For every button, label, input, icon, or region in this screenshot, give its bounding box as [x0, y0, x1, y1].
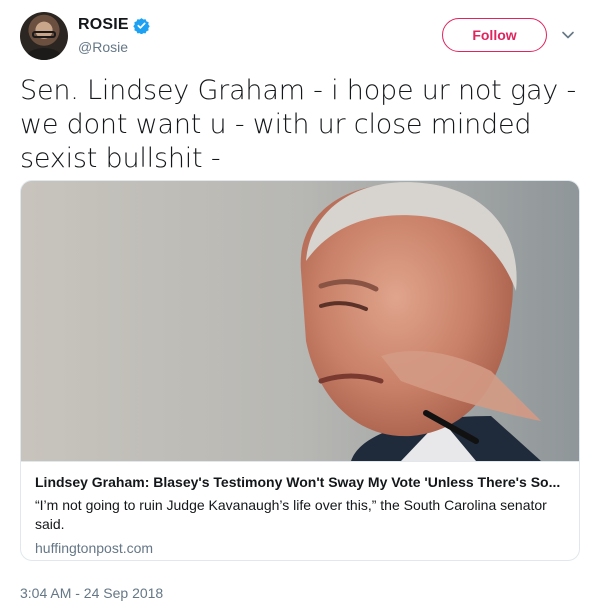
avatar-glasses	[32, 31, 56, 38]
name-row: ROSIE	[78, 16, 150, 34]
follow-button[interactable]: Follow	[442, 18, 547, 52]
tweet-timestamp[interactable]: 3:04 AM - 24 Sep 2018	[20, 585, 163, 601]
chevron-down-icon[interactable]	[561, 28, 575, 42]
verified-badge-icon	[133, 17, 150, 34]
display-name[interactable]: ROSIE	[78, 16, 129, 34]
user-handle[interactable]: @Rosie	[78, 39, 128, 55]
link-card[interactable]: Lindsey Graham: Blasey's Testimony Won't…	[20, 180, 580, 561]
card-title[interactable]: Lindsey Graham: Blasey's Testimony Won't…	[35, 474, 567, 490]
avatar[interactable]	[20, 12, 68, 60]
card-photo	[21, 181, 579, 461]
tweet-header: ROSIE @Rosie Follow	[20, 12, 580, 60]
card-description: “I’m not going to ruin Judge Kavanaugh’s…	[35, 497, 547, 532]
card-image[interactable]	[21, 181, 579, 461]
tweet-text: Sen. Lindsey Graham - i hope ur not gay …	[20, 75, 576, 174]
card-domain: huffingtonpost.com	[35, 540, 154, 556]
card-body[interactable]: Lindsey Graham: Blasey's Testimony Won't…	[21, 461, 579, 560]
avatar-shirt	[26, 48, 62, 60]
